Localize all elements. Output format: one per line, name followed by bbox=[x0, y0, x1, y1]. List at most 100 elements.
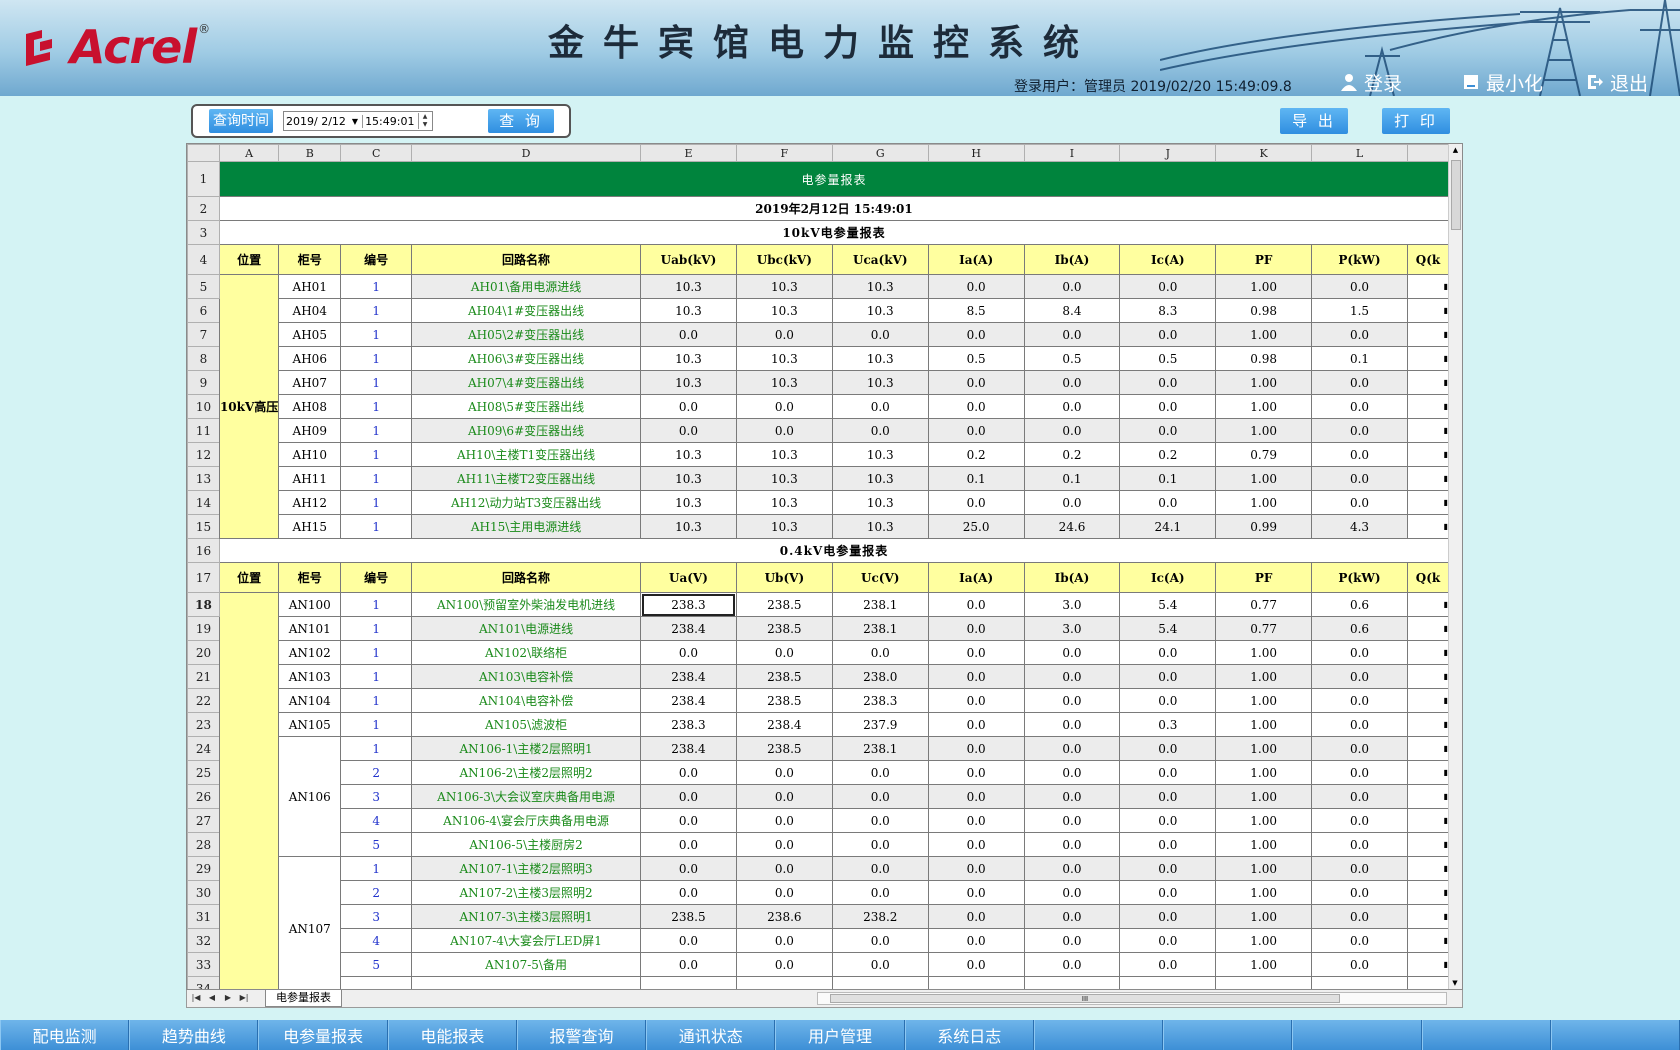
data-cell[interactable]: 0.0 bbox=[831, 880, 929, 905]
column-title[interactable]: 位置 bbox=[218, 244, 280, 275]
data-cell[interactable]: 10.3 bbox=[735, 490, 833, 515]
data-cell-partial[interactable]: ▮ bbox=[1406, 346, 1449, 371]
row-header[interactable]: 14 bbox=[187, 490, 220, 515]
data-cell[interactable]: 0.0 bbox=[640, 394, 737, 419]
column-header[interactable]: C bbox=[340, 144, 413, 162]
column-title[interactable]: Uc(V) bbox=[831, 562, 929, 593]
column-title[interactable]: Uca(kV) bbox=[831, 244, 929, 275]
circuit-name[interactable]: AN106-5\主楼厨房2 bbox=[411, 832, 641, 857]
data-cell[interactable]: 0.5 bbox=[1119, 346, 1217, 371]
data-cell[interactable]: 1.00 bbox=[1215, 856, 1313, 881]
data-cell[interactable]: 0.0 bbox=[831, 832, 929, 857]
data-cell[interactable]: 0.0 bbox=[1119, 832, 1217, 857]
data-cell[interactable]: 0.0 bbox=[1119, 784, 1217, 809]
data-cell[interactable]: 10.3 bbox=[831, 346, 929, 371]
data-cell[interactable]: 0.77 bbox=[1215, 616, 1313, 641]
column-title[interactable]: Ia(A) bbox=[927, 244, 1025, 275]
data-cell[interactable]: 4 bbox=[340, 808, 413, 833]
data-cell[interactable]: 5 bbox=[340, 832, 413, 857]
data-cell[interactable] bbox=[340, 976, 413, 989]
vertical-scroll-thumb[interactable] bbox=[1451, 160, 1461, 230]
data-cell[interactable]: 10.3 bbox=[831, 514, 929, 539]
data-cell[interactable]: 0.0 bbox=[1119, 664, 1217, 689]
data-cell[interactable]: 10.3 bbox=[640, 370, 737, 395]
scroll-up-icon[interactable]: ▲ bbox=[1449, 144, 1462, 156]
data-cell[interactable]: 0.0 bbox=[831, 322, 929, 347]
data-cell[interactable]: 0.0 bbox=[1311, 904, 1408, 929]
data-cell[interactable]: 0.0 bbox=[1023, 394, 1121, 419]
data-cell[interactable]: 0.0 bbox=[927, 784, 1025, 809]
row-header[interactable]: 1 bbox=[187, 161, 220, 197]
data-cell[interactable]: 0.0 bbox=[927, 928, 1025, 953]
data-cell[interactable]: 0.0 bbox=[927, 712, 1025, 737]
cabinet-number[interactable]: AN104 bbox=[278, 688, 342, 713]
exit-button[interactable]: 退出 bbox=[1586, 70, 1648, 95]
nav-item-7[interactable]: 系统日志 bbox=[904, 1020, 1034, 1050]
data-cell[interactable]: 3 bbox=[340, 904, 413, 929]
row-header[interactable]: 29 bbox=[187, 856, 220, 881]
row-header[interactable]: 4 bbox=[187, 244, 220, 275]
data-cell[interactable]: 0.0 bbox=[640, 928, 737, 953]
data-cell[interactable]: 0.0 bbox=[927, 664, 1025, 689]
data-cell[interactable]: 1 bbox=[340, 274, 413, 299]
export-button[interactable]: 导 出 bbox=[1280, 108, 1348, 134]
data-cell[interactable]: 0.0 bbox=[1311, 928, 1408, 953]
data-cell[interactable]: 10.3 bbox=[640, 274, 737, 299]
data-cell[interactable]: 0.0 bbox=[1311, 274, 1408, 299]
row-header[interactable]: 16 bbox=[187, 538, 220, 563]
data-cell[interactable]: 1 bbox=[340, 346, 413, 371]
data-cell[interactable]: 1 bbox=[340, 514, 413, 539]
data-cell[interactable]: 0.0 bbox=[1023, 880, 1121, 905]
data-cell[interactable]: 10.3 bbox=[640, 490, 737, 515]
data-cell[interactable]: 8.5 bbox=[927, 298, 1025, 323]
row-header[interactable]: 21 bbox=[187, 664, 220, 689]
date-dropdown-icon[interactable]: ▼ bbox=[352, 117, 358, 126]
data-cell[interactable]: 238.4 bbox=[735, 712, 833, 737]
data-cell-partial[interactable]: ▮ bbox=[1406, 274, 1449, 299]
data-cell-partial[interactable]: ▮ bbox=[1406, 592, 1449, 617]
data-cell[interactable]: 0.0 bbox=[1311, 784, 1408, 809]
data-cell[interactable]: 0.0 bbox=[735, 856, 833, 881]
column-title[interactable]: Ub(V) bbox=[735, 562, 833, 593]
data-cell-partial[interactable]: ▮ bbox=[1406, 466, 1449, 491]
data-cell[interactable]: 0.0 bbox=[1023, 832, 1121, 857]
data-cell[interactable]: 1.00 bbox=[1215, 370, 1313, 395]
data-cell[interactable]: 238.2 bbox=[831, 904, 929, 929]
data-cell[interactable]: AH10 bbox=[278, 442, 342, 467]
data-cell[interactable]: 0.0 bbox=[1119, 928, 1217, 953]
data-cell[interactable]: 1 bbox=[340, 466, 413, 491]
circuit-name[interactable]: AN102\联络柜 bbox=[411, 640, 641, 665]
data-cell[interactable]: 0.0 bbox=[1311, 688, 1408, 713]
data-cell-partial[interactable]: ▮ bbox=[1406, 736, 1449, 761]
data-cell[interactable]: 0.0 bbox=[927, 904, 1025, 929]
column-header[interactable]: F bbox=[735, 144, 833, 162]
row-header[interactable]: 13 bbox=[187, 466, 220, 491]
circuit-name[interactable]: AH15\主用电源进线 bbox=[411, 514, 641, 539]
data-cell[interactable]: 0.6 bbox=[1311, 616, 1408, 641]
next-sheet-icon[interactable]: ▶ bbox=[221, 991, 235, 1005]
data-cell[interactable]: 1.00 bbox=[1215, 688, 1313, 713]
circuit-name[interactable]: AN107-3\主楼3层照明1 bbox=[411, 904, 641, 929]
minimize-button[interactable]: 最小化 bbox=[1462, 70, 1543, 95]
data-cell[interactable]: 1 bbox=[340, 592, 413, 617]
column-header[interactable]: E bbox=[640, 144, 737, 162]
column-header[interactable]: I bbox=[1023, 144, 1121, 162]
print-button[interactable]: 打 印 bbox=[1382, 108, 1450, 134]
column-title[interactable]: Q(k bbox=[1406, 562, 1449, 593]
data-cell[interactable]: 0.0 bbox=[1311, 418, 1408, 443]
data-cell[interactable]: 0.0 bbox=[1119, 370, 1217, 395]
row-header[interactable]: 2 bbox=[187, 196, 220, 221]
data-cell[interactable]: 24.1 bbox=[1119, 514, 1217, 539]
data-cell[interactable]: 10.3 bbox=[735, 346, 833, 371]
data-cell[interactable]: 0.0 bbox=[1023, 640, 1121, 665]
data-cell[interactable]: 1 bbox=[340, 394, 413, 419]
data-cell[interactable]: 0.0 bbox=[1311, 640, 1408, 665]
location-04kv[interactable] bbox=[218, 592, 280, 989]
data-cell[interactable]: 0.77 bbox=[1215, 592, 1313, 617]
data-cell[interactable]: AH06 bbox=[278, 346, 342, 371]
data-cell[interactable]: 0.0 bbox=[831, 856, 929, 881]
prev-sheet-icon[interactable]: ◀ bbox=[205, 991, 219, 1005]
circuit-name[interactable]: AN107-5\备用 bbox=[411, 952, 641, 977]
data-cell-partial[interactable]: ▮ bbox=[1406, 394, 1449, 419]
row-header[interactable]: 31 bbox=[187, 904, 220, 929]
